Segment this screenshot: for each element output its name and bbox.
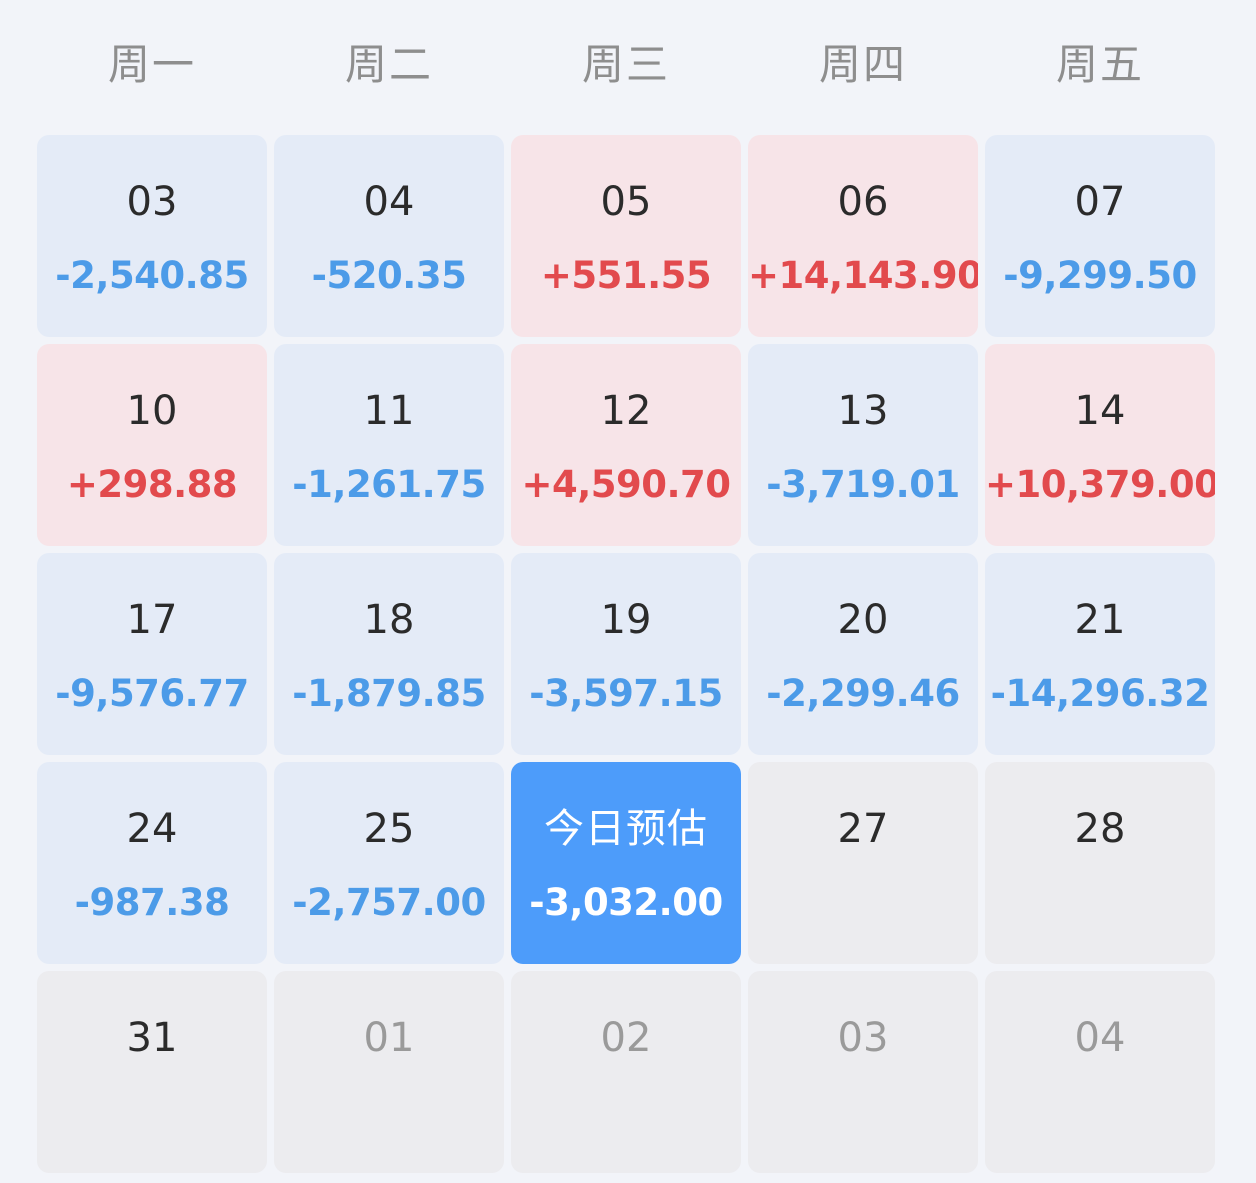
day-cell[interactable]: 11 -1,261.75: [274, 344, 504, 546]
weekday-mon: 周一: [107, 40, 196, 89]
day-number: 06: [837, 179, 889, 225]
day-number: 20: [837, 597, 889, 643]
day-profit-amount: -987.38: [74, 881, 230, 924]
today-estimate-label: 今日预估: [544, 806, 708, 852]
day-profit-amount: -520.35: [311, 254, 467, 297]
day-profit-amount: -3,032.00: [529, 881, 723, 924]
day-cell[interactable]: 27: [748, 762, 978, 964]
day-profit-amount: -1,261.75: [292, 463, 486, 506]
day-profit-amount: -3,597.15: [529, 672, 723, 715]
profit-calendar: 周一 周二 周三 周四 周五 03 -2,540.85 04 -520.35 05 +55…: [0, 0, 1256, 1183]
day-cell[interactable]: 04 -520.35: [274, 135, 504, 337]
day-profit-amount: -9,576.77: [55, 672, 249, 715]
day-number: 10: [126, 388, 178, 434]
day-number: 04: [1074, 1015, 1126, 1061]
day-cell[interactable]: 03 -2,540.85: [37, 135, 267, 337]
day-number: 01: [363, 1015, 415, 1061]
day-profit-amount: +14,143.90: [748, 254, 978, 297]
day-number: 19: [600, 597, 652, 643]
day-profit-amount: -3,719.01: [766, 463, 960, 506]
day-cell[interactable]: 02: [511, 971, 741, 1173]
day-cell[interactable]: 06 +14,143.90: [748, 135, 978, 337]
day-number: 21: [1074, 597, 1126, 643]
day-profit-amount: -2,299.46: [766, 672, 960, 715]
day-number: 31: [126, 1015, 178, 1061]
day-profit-amount: -2,540.85: [55, 254, 249, 297]
day-profit-amount: +10,379.00: [985, 463, 1215, 506]
day-number: 13: [837, 388, 889, 434]
weekday-header: 周一 周二 周三 周四 周五: [37, 0, 1219, 130]
day-number: 05: [600, 179, 652, 225]
day-number: 03: [126, 179, 178, 225]
day-profit-amount: -9,299.50: [1003, 254, 1197, 297]
day-cell[interactable]: 05 +551.55: [511, 135, 741, 337]
day-profit-amount: -1,879.85: [292, 672, 486, 715]
day-cell[interactable]: 25 -2,757.00: [274, 762, 504, 964]
day-cell-today[interactable]: 今日预估 -3,032.00: [511, 762, 741, 964]
day-cell[interactable]: 13 -3,719.01: [748, 344, 978, 546]
day-number: 28: [1074, 806, 1126, 852]
day-cell[interactable]: 01: [274, 971, 504, 1173]
calendar-grid: 03 -2,540.85 04 -520.35 05 +551.55 06 +14,143.9…: [37, 135, 1219, 1173]
day-number: 25: [363, 806, 415, 852]
weekday-fri: 周五: [1055, 40, 1144, 89]
day-profit-amount: +551.55: [540, 254, 712, 297]
day-number: 18: [363, 597, 415, 643]
day-number: 27: [837, 806, 889, 852]
day-number: 17: [126, 597, 178, 643]
day-cell[interactable]: 07 -9,299.50: [985, 135, 1215, 337]
weekday-tue: 周二: [344, 40, 433, 89]
day-number: 11: [363, 388, 415, 434]
day-number: 24: [126, 806, 178, 852]
day-profit-amount: +298.88: [66, 463, 238, 506]
day-number: 03: [837, 1015, 889, 1061]
day-cell[interactable]: 04: [985, 971, 1215, 1173]
day-cell[interactable]: 18 -1,879.85: [274, 553, 504, 755]
day-cell[interactable]: 20 -2,299.46: [748, 553, 978, 755]
day-cell[interactable]: 14 +10,379.00: [985, 344, 1215, 546]
day-number: 12: [600, 388, 652, 434]
day-cell[interactable]: 28: [985, 762, 1215, 964]
day-number: 07: [1074, 179, 1126, 225]
day-profit-amount: -14,296.32: [990, 672, 1210, 715]
weekday-wed: 周三: [581, 40, 670, 89]
day-cell[interactable]: 12 +4,590.70: [511, 344, 741, 546]
day-cell[interactable]: 19 -3,597.15: [511, 553, 741, 755]
weekday-thu: 周四: [818, 40, 907, 89]
day-profit-amount: -2,757.00: [292, 881, 486, 924]
day-profit-amount: +4,590.70: [521, 463, 731, 506]
day-cell[interactable]: 03: [748, 971, 978, 1173]
day-number: 04: [363, 179, 415, 225]
day-cell[interactable]: 31: [37, 971, 267, 1173]
day-cell[interactable]: 17 -9,576.77: [37, 553, 267, 755]
day-number: 14: [1074, 388, 1126, 434]
day-cell[interactable]: 10 +298.88: [37, 344, 267, 546]
day-cell[interactable]: 21 -14,296.32: [985, 553, 1215, 755]
day-number: 02: [600, 1015, 652, 1061]
day-cell[interactable]: 24 -987.38: [37, 762, 267, 964]
